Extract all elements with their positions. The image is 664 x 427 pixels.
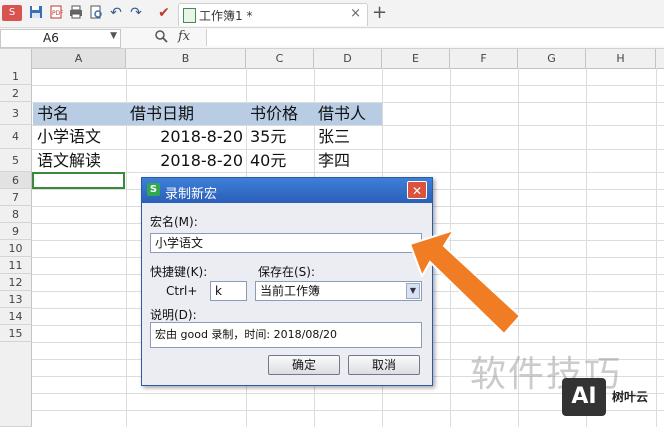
select-all-corner[interactable] xyxy=(0,49,32,68)
ctrl-prefix-label: Ctrl+ xyxy=(166,284,198,298)
tab-document[interactable]: 工作簿1 * × xyxy=(178,3,368,26)
spreadsheet-file-icon xyxy=(183,8,196,23)
undo-icon[interactable]: ↶ xyxy=(108,5,124,21)
description-input[interactable]: 宏由 good 录制，时间: 2018/08/20 xyxy=(150,322,422,348)
shortcut-label: 快捷键(K): xyxy=(150,265,208,279)
cell-c5[interactable]: 40元 xyxy=(250,150,286,172)
macro-name-input[interactable]: 小学语文 xyxy=(150,233,422,253)
print-icon[interactable] xyxy=(68,5,84,21)
cell-d5[interactable]: 李四 xyxy=(318,150,350,172)
cell-b4[interactable]: 2018-8-20 xyxy=(126,126,243,148)
row-header-rest xyxy=(0,342,32,427)
macro-name-label: 宏名(M): xyxy=(150,215,198,229)
column-header-g[interactable]: G xyxy=(518,49,586,68)
cell-d4[interactable]: 张三 xyxy=(318,126,350,148)
quick-access-toolbar: S PDF ↶ ↷ ✔ 工作簿1 * × + xyxy=(0,0,664,28)
row-header-8[interactable]: 8 xyxy=(0,206,32,223)
cancel-button[interactable]: 取消 xyxy=(348,355,420,375)
row-header-5[interactable]: 5 xyxy=(0,149,32,172)
search-icon[interactable] xyxy=(155,30,168,47)
cell-reference: A6 xyxy=(43,31,59,45)
annotation-arrow-icon xyxy=(410,230,520,335)
row-header-6[interactable]: 6 xyxy=(0,172,32,189)
column-header-b[interactable]: B xyxy=(126,49,246,68)
cell-a4[interactable]: 小学语文 xyxy=(37,126,101,148)
record-macro-dialog: S 录制新宏 ✕ 宏名(M): 小学语文 快捷键(K): Ctrl+ k 保存在… xyxy=(141,177,433,386)
column-header-bar: A B C D E F G H xyxy=(0,49,664,69)
cell-d3[interactable]: 借书人 xyxy=(318,103,366,125)
chevron-down-icon[interactable]: ▼ xyxy=(110,31,117,41)
ok-button[interactable]: 确定 xyxy=(268,355,340,375)
wps-logo-icon: S xyxy=(147,183,160,196)
app-menu-button[interactable]: S xyxy=(2,5,22,21)
column-header-d[interactable]: D xyxy=(314,49,382,68)
store-in-label: 保存在(S): xyxy=(258,265,316,279)
format-painter-icon[interactable]: ✔ xyxy=(156,5,172,21)
new-tab-button[interactable]: + xyxy=(372,2,387,23)
row-header-3[interactable]: 3 xyxy=(0,102,32,125)
function-icon[interactable]: fx xyxy=(178,29,190,44)
row-header-13[interactable]: 13 xyxy=(0,291,32,308)
cell-c4[interactable]: 35元 xyxy=(250,126,286,148)
row-header-14[interactable]: 14 xyxy=(0,308,32,325)
cell-b5[interactable]: 2018-8-20 xyxy=(126,150,243,172)
store-in-select[interactable]: 当前工作簿 ▼ xyxy=(255,281,422,301)
dialog-title: 录制新宏 xyxy=(165,187,218,202)
dialog-title-bar[interactable]: S 录制新宏 ✕ xyxy=(142,178,432,203)
column-header-a[interactable]: A xyxy=(32,49,126,68)
close-tab-icon[interactable]: × xyxy=(350,6,361,21)
column-header-e[interactable]: E xyxy=(382,49,450,68)
name-box[interactable]: A6 ▼ xyxy=(0,29,121,48)
cell-a3[interactable]: 书名 xyxy=(37,103,69,125)
cell-a5[interactable]: 语文解读 xyxy=(37,150,101,172)
store-in-value: 当前工作簿 xyxy=(260,284,321,298)
print-preview-icon[interactable] xyxy=(88,5,104,21)
cell-c3[interactable]: 书价格 xyxy=(250,103,298,125)
grid-line xyxy=(656,68,657,427)
save-icon[interactable] xyxy=(28,5,44,21)
document-tab-title: 工作簿1 * xyxy=(199,9,253,23)
row-header-9[interactable]: 9 xyxy=(0,223,32,240)
row-header-2[interactable]: 2 xyxy=(0,85,32,102)
redo-icon[interactable]: ↷ xyxy=(128,5,144,21)
close-icon[interactable]: ✕ xyxy=(407,181,427,199)
row-header-12[interactable]: 12 xyxy=(0,274,32,291)
column-header-h[interactable]: H xyxy=(586,49,656,68)
watermark-logo: AI xyxy=(562,378,606,416)
column-header-f[interactable]: F xyxy=(450,49,518,68)
formula-input[interactable] xyxy=(206,29,664,46)
row-header-10[interactable]: 10 xyxy=(0,240,32,257)
selected-cell-a6[interactable] xyxy=(32,172,125,189)
pdf-export-icon[interactable]: PDF xyxy=(48,5,64,21)
shortcut-key-input[interactable]: k xyxy=(210,281,247,301)
description-label: 说明(D): xyxy=(150,308,197,322)
watermark-brand: 树叶云 xyxy=(612,390,649,404)
row-header-7[interactable]: 7 xyxy=(0,189,32,206)
row-header-4[interactable]: 4 xyxy=(0,125,32,149)
column-header-c[interactable]: C xyxy=(246,49,314,68)
row-header-1[interactable]: 1 xyxy=(0,68,32,85)
svg-text:PDF: PDF xyxy=(52,10,63,17)
row-header-15[interactable]: 15 xyxy=(0,325,32,342)
cell-b3[interactable]: 借书日期 xyxy=(130,103,194,125)
row-header-11[interactable]: 11 xyxy=(0,257,32,274)
